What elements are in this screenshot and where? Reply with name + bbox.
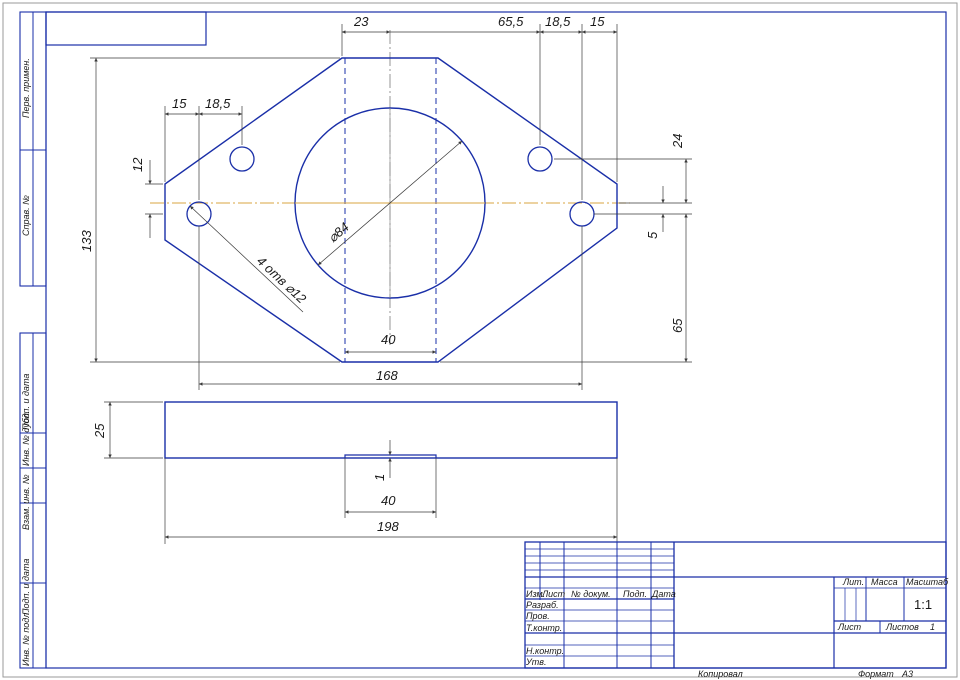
dim-198-label: 198 [377,519,399,534]
bolt-hole-top-right [527,146,553,172]
dim-65-label: 65 [670,318,685,333]
tb-listov-value: 1 [930,622,935,632]
top-view [150,30,630,363]
bolt-hole-right [569,201,595,227]
tb-scale-value: 1:1 [914,597,932,612]
title-block: Изм. Лист № докум. Подп. Дата Разраб. Пр… [524,541,949,669]
tb-list2: Лист [837,622,862,632]
dimension-top-right: 65,5 18,5 15 [390,14,618,200]
side-label-perv-primen: Перв. примен. [21,58,31,118]
dim-40-bottom-label: 40 [381,493,396,508]
top-left-stamp [45,11,207,46]
bolt-hole-top-left [229,146,255,172]
tb-utv: Утв. [525,657,546,667]
footer-kopiroval: Копировал [698,669,743,679]
dim-5-label: 5 [645,231,660,239]
dimension-12: 12 [130,157,163,238]
side-label-inv-dubl: Инв. № дубл. [21,411,31,466]
tb-listov: Листов [885,622,919,632]
tb-n-kontr: Н.контр. [526,646,564,656]
tb-prov: Пров. [526,611,550,621]
dimension-40-top: 40 [345,332,436,354]
flange-outline [164,57,618,363]
tb-data: Дата [651,589,676,599]
side-label-sprav-no: Справ. № [21,195,31,236]
dim-133-label: 133 [79,230,94,252]
dim-12-label: 12 [130,157,145,172]
tb-massa: Масса [871,577,898,587]
dim-23-label: 23 [353,14,369,29]
dimension-top-left: 15 18,5 [164,96,243,200]
side-label-vzam-inv: Взам. инв. № [21,474,31,530]
dim-18-5-top-label: 18,5 [545,14,571,29]
side-label-inv-podl: Инв. № подл. [21,610,31,666]
holes-note-label: 4 отв ⌀12 [254,253,310,306]
tb-t-kontr: Т.контр. [526,623,562,633]
dimension-168: 168 [198,226,583,390]
tb-podp: Подп. [623,589,647,599]
dim-65-5-label: 65,5 [498,14,524,29]
drawing-sheet: Перв. примен. Справ. № Подп. и дата Инв.… [2,2,958,679]
dimension-23: 23 [341,14,390,56]
tb-razrab: Разраб. [526,600,559,610]
dim-15-left-label: 15 [172,96,187,111]
dim-168-label: 168 [376,368,398,383]
side-view-body [164,401,618,459]
outer-frame [2,2,958,678]
dimension-1: 1 [372,440,392,481]
dim-1-label: 1 [372,474,387,481]
dim-18-5-left-label: 18,5 [205,96,231,111]
footer-format: Формат [858,669,894,679]
dim-15-top-label: 15 [590,14,605,29]
dimension-40-bottom: 40 [344,458,437,518]
tb-list: Лист [541,589,566,599]
tb-no-dokum: № докум. [571,589,611,599]
footer-format-value: A3 [901,669,913,679]
dim-24-label: 24 [670,134,685,149]
dim-25-label: 25 [92,423,107,439]
side-label-podp-data-2: Подп. и дата [21,559,31,615]
dim-40-top-label: 40 [381,332,396,347]
tb-lit: Лит. [842,577,864,587]
side-view [164,401,618,459]
tb-masshtab: Масштаб [906,577,949,587]
left-side-stamp: Перв. примен. Справ. № Подп. и дата Инв.… [19,11,47,669]
dimension-25: 25 [92,401,163,459]
dim-84-label: ⌀84 [325,219,352,245]
